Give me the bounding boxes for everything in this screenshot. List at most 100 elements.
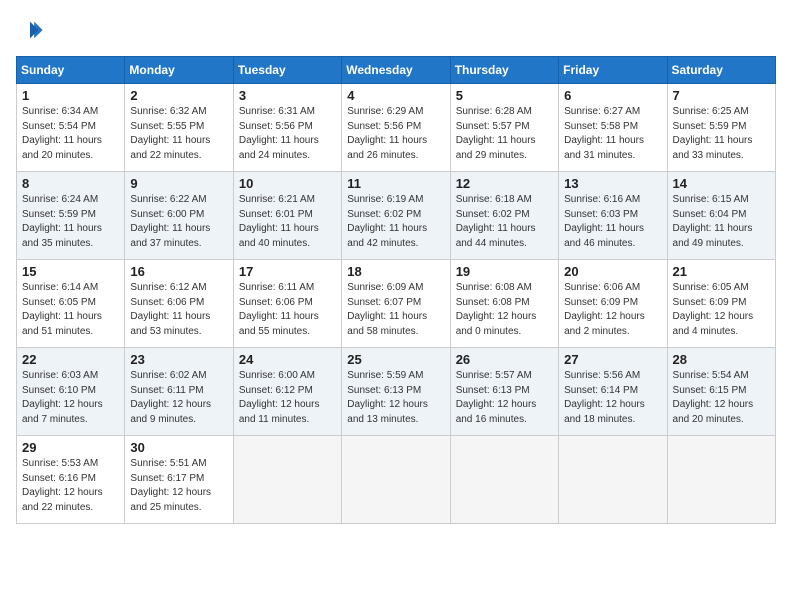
- calendar-cell: 4 Sunrise: 6:29 AM Sunset: 5:56 PM Dayli…: [342, 84, 450, 172]
- calendar-cell: 22 Sunrise: 6:03 AM Sunset: 6:10 PM Dayl…: [17, 348, 125, 436]
- day-number: 27: [564, 352, 661, 367]
- calendar-cell: 23 Sunrise: 6:02 AM Sunset: 6:11 PM Dayl…: [125, 348, 233, 436]
- day-info: Sunrise: 5:59 AM Sunset: 6:13 PM Dayligh…: [347, 370, 428, 425]
- day-info: Sunrise: 6:03 AM Sunset: 6:10 PM Dayligh…: [22, 370, 103, 425]
- col-header-saturday: Saturday: [667, 57, 775, 84]
- day-number: 30: [130, 440, 227, 455]
- day-info: Sunrise: 6:27 AM Sunset: 5:58 PM Dayligh…: [564, 106, 644, 161]
- day-number: 19: [456, 264, 553, 279]
- day-info: Sunrise: 6:25 AM Sunset: 5:59 PM Dayligh…: [673, 106, 753, 161]
- day-number: 4: [347, 88, 444, 103]
- col-header-thursday: Thursday: [450, 57, 558, 84]
- day-info: Sunrise: 6:02 AM Sunset: 6:11 PM Dayligh…: [130, 370, 211, 425]
- day-info: Sunrise: 6:18 AM Sunset: 6:02 PM Dayligh…: [456, 194, 536, 249]
- day-number: 20: [564, 264, 661, 279]
- calendar-cell: 16 Sunrise: 6:12 AM Sunset: 6:06 PM Dayl…: [125, 260, 233, 348]
- day-number: 18: [347, 264, 444, 279]
- day-number: 8: [22, 176, 119, 191]
- day-number: 12: [456, 176, 553, 191]
- col-header-wednesday: Wednesday: [342, 57, 450, 84]
- calendar-cell: 29 Sunrise: 5:53 AM Sunset: 6:16 PM Dayl…: [17, 436, 125, 524]
- calendar-cell: 3 Sunrise: 6:31 AM Sunset: 5:56 PM Dayli…: [233, 84, 341, 172]
- calendar-cell: [450, 436, 558, 524]
- calendar-cell: 24 Sunrise: 6:00 AM Sunset: 6:12 PM Dayl…: [233, 348, 341, 436]
- calendar-table: SundayMondayTuesdayWednesdayThursdayFrid…: [16, 56, 776, 524]
- day-number: 1: [22, 88, 119, 103]
- day-number: 22: [22, 352, 119, 367]
- calendar-cell: 1 Sunrise: 6:34 AM Sunset: 5:54 PM Dayli…: [17, 84, 125, 172]
- day-info: Sunrise: 6:00 AM Sunset: 6:12 PM Dayligh…: [239, 370, 320, 425]
- col-header-sunday: Sunday: [17, 57, 125, 84]
- day-number: 7: [673, 88, 770, 103]
- day-info: Sunrise: 6:21 AM Sunset: 6:01 PM Dayligh…: [239, 194, 319, 249]
- day-number: 26: [456, 352, 553, 367]
- day-info: Sunrise: 5:53 AM Sunset: 6:16 PM Dayligh…: [22, 458, 103, 513]
- week-row-2: 8 Sunrise: 6:24 AM Sunset: 5:59 PM Dayli…: [17, 172, 776, 260]
- day-number: 5: [456, 88, 553, 103]
- day-info: Sunrise: 6:32 AM Sunset: 5:55 PM Dayligh…: [130, 106, 210, 161]
- day-info: Sunrise: 6:09 AM Sunset: 6:07 PM Dayligh…: [347, 282, 427, 337]
- day-info: Sunrise: 6:08 AM Sunset: 6:08 PM Dayligh…: [456, 282, 537, 337]
- day-info: Sunrise: 6:24 AM Sunset: 5:59 PM Dayligh…: [22, 194, 102, 249]
- calendar-cell: 27 Sunrise: 5:56 AM Sunset: 6:14 PM Dayl…: [559, 348, 667, 436]
- calendar-cell: 6 Sunrise: 6:27 AM Sunset: 5:58 PM Dayli…: [559, 84, 667, 172]
- day-number: 13: [564, 176, 661, 191]
- day-info: Sunrise: 5:54 AM Sunset: 6:15 PM Dayligh…: [673, 370, 754, 425]
- calendar-cell: 13 Sunrise: 6:16 AM Sunset: 6:03 PM Dayl…: [559, 172, 667, 260]
- logo-icon: [16, 16, 44, 44]
- calendar-cell: 9 Sunrise: 6:22 AM Sunset: 6:00 PM Dayli…: [125, 172, 233, 260]
- calendar-cell: 10 Sunrise: 6:21 AM Sunset: 6:01 PM Dayl…: [233, 172, 341, 260]
- calendar-cell: 28 Sunrise: 5:54 AM Sunset: 6:15 PM Dayl…: [667, 348, 775, 436]
- day-info: Sunrise: 6:15 AM Sunset: 6:04 PM Dayligh…: [673, 194, 753, 249]
- calendar-cell: 14 Sunrise: 6:15 AM Sunset: 6:04 PM Dayl…: [667, 172, 775, 260]
- day-number: 25: [347, 352, 444, 367]
- day-number: 23: [130, 352, 227, 367]
- day-info: Sunrise: 6:12 AM Sunset: 6:06 PM Dayligh…: [130, 282, 210, 337]
- calendar-cell: [233, 436, 341, 524]
- calendar-cell: 21 Sunrise: 6:05 AM Sunset: 6:09 PM Dayl…: [667, 260, 775, 348]
- day-info: Sunrise: 6:31 AM Sunset: 5:56 PM Dayligh…: [239, 106, 319, 161]
- calendar-cell: 26 Sunrise: 5:57 AM Sunset: 6:13 PM Dayl…: [450, 348, 558, 436]
- calendar-cell: 11 Sunrise: 6:19 AM Sunset: 6:02 PM Dayl…: [342, 172, 450, 260]
- week-row-5: 29 Sunrise: 5:53 AM Sunset: 6:16 PM Dayl…: [17, 436, 776, 524]
- calendar-cell: 12 Sunrise: 6:18 AM Sunset: 6:02 PM Dayl…: [450, 172, 558, 260]
- logo: [16, 16, 48, 44]
- col-header-friday: Friday: [559, 57, 667, 84]
- day-info: Sunrise: 6:05 AM Sunset: 6:09 PM Dayligh…: [673, 282, 754, 337]
- calendar-cell: 18 Sunrise: 6:09 AM Sunset: 6:07 PM Dayl…: [342, 260, 450, 348]
- day-info: Sunrise: 6:11 AM Sunset: 6:06 PM Dayligh…: [239, 282, 319, 337]
- day-number: 29: [22, 440, 119, 455]
- day-info: Sunrise: 6:22 AM Sunset: 6:00 PM Dayligh…: [130, 194, 210, 249]
- day-number: 6: [564, 88, 661, 103]
- calendar-cell: 20 Sunrise: 6:06 AM Sunset: 6:09 PM Dayl…: [559, 260, 667, 348]
- calendar-cell: 19 Sunrise: 6:08 AM Sunset: 6:08 PM Dayl…: [450, 260, 558, 348]
- calendar-cell: 2 Sunrise: 6:32 AM Sunset: 5:55 PM Dayli…: [125, 84, 233, 172]
- day-number: 10: [239, 176, 336, 191]
- day-info: Sunrise: 6:16 AM Sunset: 6:03 PM Dayligh…: [564, 194, 644, 249]
- day-number: 15: [22, 264, 119, 279]
- day-info: Sunrise: 5:51 AM Sunset: 6:17 PM Dayligh…: [130, 458, 211, 513]
- calendar-cell: 30 Sunrise: 5:51 AM Sunset: 6:17 PM Dayl…: [125, 436, 233, 524]
- calendar-cell: [342, 436, 450, 524]
- day-number: 24: [239, 352, 336, 367]
- calendar-cell: 5 Sunrise: 6:28 AM Sunset: 5:57 PM Dayli…: [450, 84, 558, 172]
- day-number: 3: [239, 88, 336, 103]
- calendar-cell: [667, 436, 775, 524]
- day-number: 2: [130, 88, 227, 103]
- day-info: Sunrise: 6:34 AM Sunset: 5:54 PM Dayligh…: [22, 106, 102, 161]
- week-row-4: 22 Sunrise: 6:03 AM Sunset: 6:10 PM Dayl…: [17, 348, 776, 436]
- day-info: Sunrise: 6:29 AM Sunset: 5:56 PM Dayligh…: [347, 106, 427, 161]
- day-info: Sunrise: 6:06 AM Sunset: 6:09 PM Dayligh…: [564, 282, 645, 337]
- calendar-cell: 17 Sunrise: 6:11 AM Sunset: 6:06 PM Dayl…: [233, 260, 341, 348]
- day-number: 9: [130, 176, 227, 191]
- day-info: Sunrise: 6:14 AM Sunset: 6:05 PM Dayligh…: [22, 282, 102, 337]
- day-number: 14: [673, 176, 770, 191]
- day-number: 17: [239, 264, 336, 279]
- day-info: Sunrise: 5:56 AM Sunset: 6:14 PM Dayligh…: [564, 370, 645, 425]
- calendar-cell: 7 Sunrise: 6:25 AM Sunset: 5:59 PM Dayli…: [667, 84, 775, 172]
- day-number: 28: [673, 352, 770, 367]
- calendar-cell: [559, 436, 667, 524]
- calendar-cell: 8 Sunrise: 6:24 AM Sunset: 5:59 PM Dayli…: [17, 172, 125, 260]
- col-header-tuesday: Tuesday: [233, 57, 341, 84]
- day-number: 11: [347, 176, 444, 191]
